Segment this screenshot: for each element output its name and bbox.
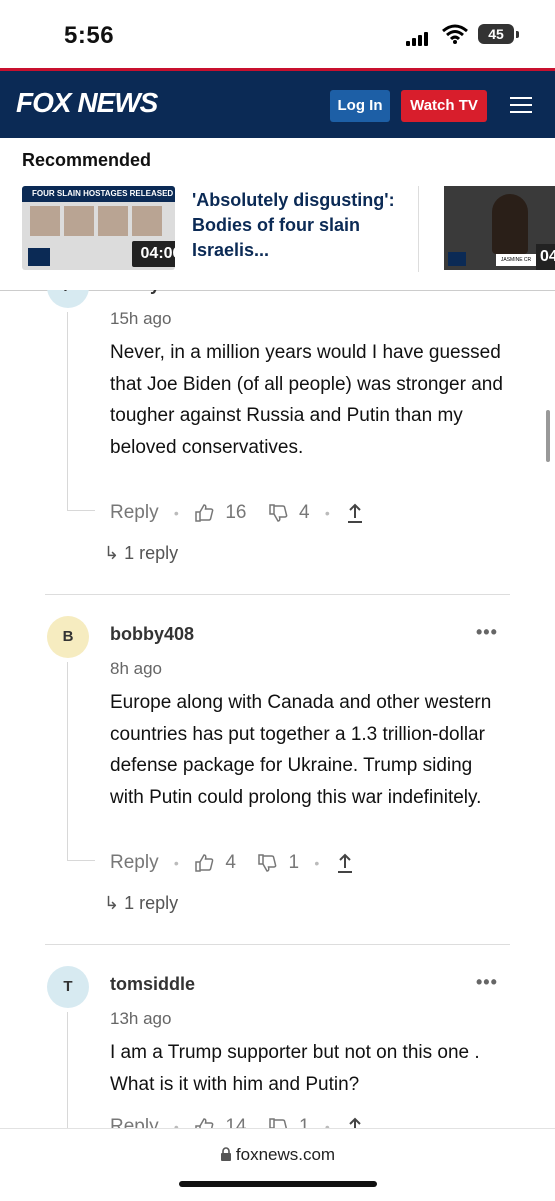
thumbnail-caption: FOUR SLAIN HOSTAGES RELEASED TODAY — [22, 186, 175, 202]
share-icon[interactable] — [345, 1116, 365, 1128]
thumbs-down-icon[interactable] — [257, 853, 277, 873]
fox-news-badge — [28, 248, 50, 266]
hostage-photos — [30, 206, 166, 241]
clock: 5:56 — [64, 22, 115, 49]
url-text: foxnews.com — [235, 1145, 336, 1164]
more-options-icon[interactable]: ••• — [476, 290, 498, 293]
comment-actions: Reply • 4 1 • — [110, 852, 355, 876]
comment-time: 13h ago — [110, 1009, 172, 1028]
thumbnail-name-label: JASMINE CR — [496, 254, 536, 266]
comment-actions: Reply • 16 4 • — [110, 502, 365, 526]
comments-list: F frosty40 ••• 15h ago Never, in a milli… — [0, 290, 555, 1128]
watch-tv-button[interactable]: Watch TV — [401, 90, 487, 122]
signal-icon — [406, 30, 434, 46]
url-display[interactable]: foxnews.com — [0, 1145, 555, 1165]
comment-text: Europe along with Canada and other weste… — [110, 692, 492, 808]
replies-count: 1 reply — [124, 893, 179, 913]
comment-username[interactable]: bobby408 — [110, 624, 194, 645]
scrollbar[interactable] — [546, 410, 550, 462]
anchor-image — [492, 194, 528, 254]
browser-address-bar[interactable]: foxnews.com — [0, 1128, 555, 1201]
recommended-title: Recommended — [22, 150, 152, 170]
dislikes-count: 1 — [299, 1116, 310, 1128]
reply-arrow-icon: ↳ — [104, 893, 120, 913]
fox-news-logo[interactable]: FOX NEWS — [16, 87, 158, 119]
thread-line — [67, 662, 68, 860]
more-options-icon[interactable]: ••• — [476, 972, 498, 993]
comment-time: 15h ago — [110, 309, 172, 328]
lock-icon — [220, 1147, 231, 1161]
thumbs-down-icon[interactable] — [268, 1117, 288, 1128]
replies-count: 1 reply — [124, 543, 179, 563]
divider — [418, 186, 419, 272]
dislikes-count: 1 — [288, 852, 300, 873]
view-replies-link[interactable]: ↳ 1 reply — [104, 893, 178, 914]
reply-button[interactable]: Reply — [110, 1116, 159, 1128]
home-indicator[interactable] — [179, 1181, 377, 1187]
thread-line — [67, 1012, 68, 1128]
likes-count: 16 — [225, 502, 247, 523]
comment-separator — [45, 944, 510, 945]
status-bar: 5:56 45 — [0, 0, 555, 68]
hamburger-menu-icon[interactable] — [510, 97, 532, 113]
video-thumbnail-2[interactable]: JASMINE CR 04 — [444, 186, 555, 270]
thumbs-down-icon[interactable] — [268, 503, 288, 523]
comment-username[interactable]: tomsiddle — [110, 974, 195, 995]
thread-hook — [67, 510, 95, 511]
comment-text: Never, in a million years would I have g… — [110, 342, 503, 458]
avatar: F — [47, 290, 89, 308]
thread-hook — [67, 860, 95, 861]
dislikes-count: 4 — [299, 502, 310, 523]
comment-time: 8h ago — [110, 659, 162, 678]
fox-news-badge — [448, 252, 466, 266]
more-options-icon[interactable]: ••• — [476, 622, 498, 643]
wifi-icon — [442, 24, 468, 44]
reply-button[interactable]: Reply — [110, 852, 159, 874]
reply-button[interactable]: Reply — [110, 502, 159, 524]
share-icon[interactable] — [345, 502, 365, 524]
view-replies-link[interactable]: ↳ 1 reply — [104, 543, 178, 564]
thumbs-up-icon[interactable] — [194, 503, 214, 523]
comment-actions: Reply • 14 1 • — [110, 1116, 365, 1128]
comment-username[interactable]: frosty40 — [110, 290, 180, 295]
site-header: FOX NEWS Log In Watch TV — [0, 68, 555, 138]
video-duration: 04:06 — [132, 241, 175, 267]
comment-text: I am a Trump supporter but not on this o… — [110, 1042, 480, 1095]
thumbs-up-icon[interactable] — [194, 853, 214, 873]
reply-arrow-icon: ↳ — [104, 543, 120, 563]
thumbs-up-icon[interactable] — [194, 1117, 214, 1128]
video-duration: 04 — [536, 244, 555, 270]
battery-icon: 45 — [478, 24, 514, 44]
thread-line — [67, 312, 68, 510]
avatar: B — [47, 616, 89, 658]
recommended-section: Recommended FOUR SLAIN HOSTAGES RELEASED… — [0, 138, 555, 291]
avatar: T — [47, 966, 89, 1008]
likes-count: 14 — [225, 1116, 247, 1128]
video-thumbnail[interactable]: FOUR SLAIN HOSTAGES RELEASED TODAY 04:06 — [22, 186, 175, 270]
battery-tip — [516, 31, 519, 38]
comment-separator — [45, 594, 510, 595]
share-icon[interactable] — [335, 852, 355, 874]
login-button[interactable]: Log In — [330, 90, 390, 122]
likes-count: 4 — [225, 852, 236, 873]
recommended-headline[interactable]: 'Absolutely disgusting': Bodies of four … — [192, 188, 402, 263]
